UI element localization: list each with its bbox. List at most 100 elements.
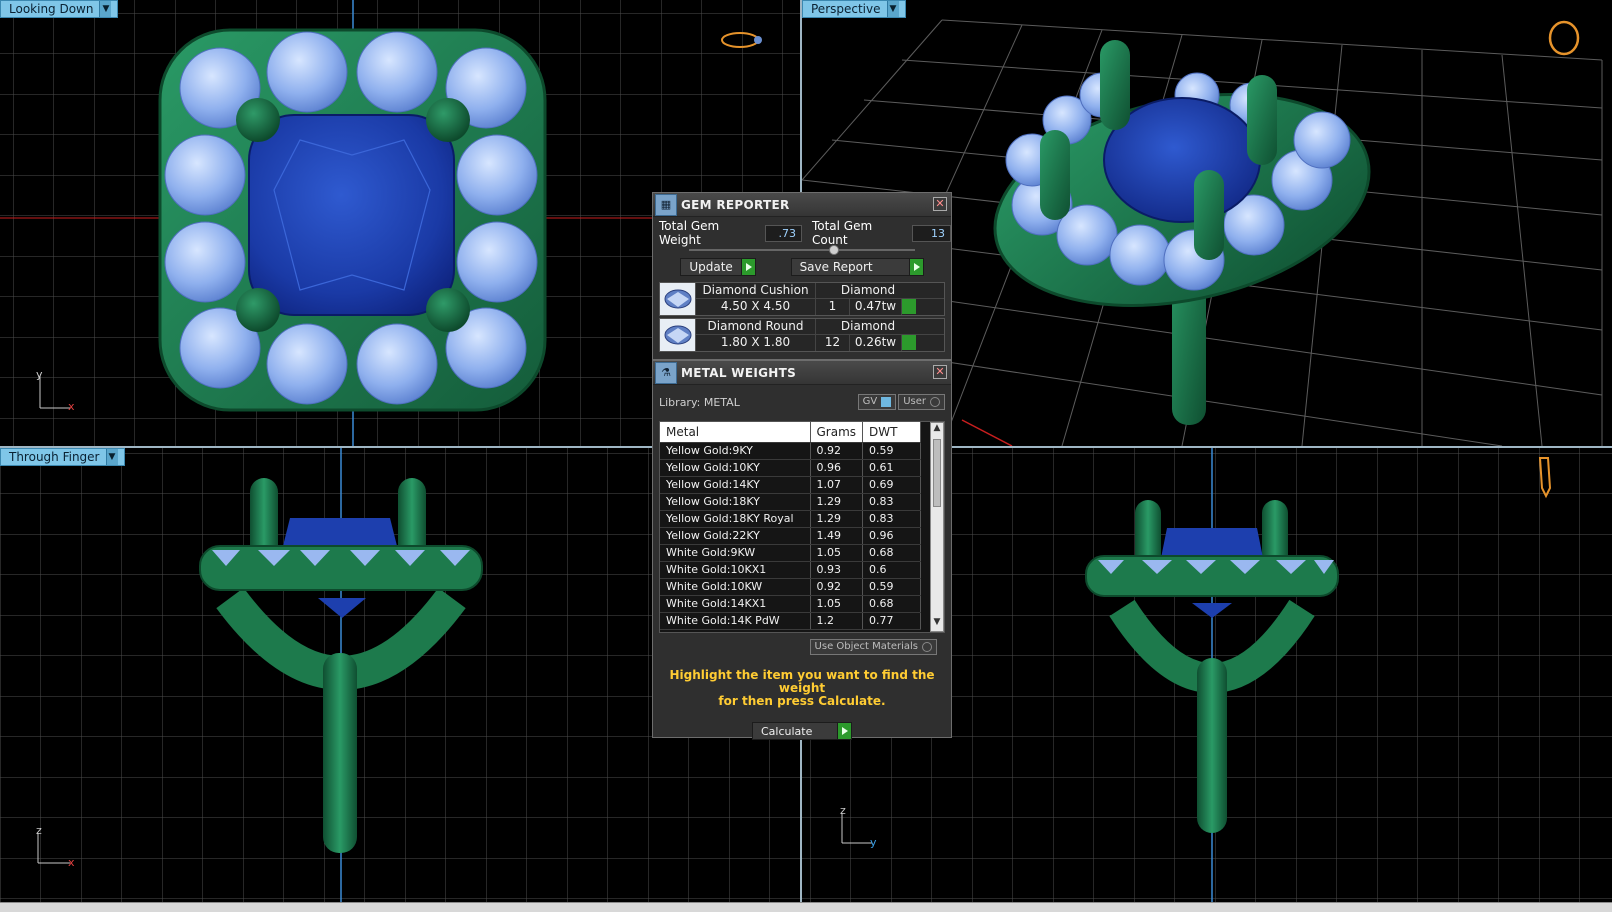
use-object-materials-label: Use Object Materials [814, 641, 918, 652]
metal-table-row[interactable]: Yellow Gold:9KY 0.92 0.59 [660, 442, 922, 460]
gem-weight: 0.47tw [850, 299, 902, 315]
flask-icon: ⚗ [655, 361, 677, 384]
column-header-metal[interactable]: Metal [660, 422, 811, 443]
close-icon[interactable]: ✕ [933, 197, 947, 211]
axis-label-y: y [870, 836, 877, 849]
app-root: { "viewports": { "top_left": {"label": "… [0, 0, 1612, 912]
axis-label-x: x [68, 856, 75, 869]
total-gem-count-label: Total Gem Count [811, 219, 873, 247]
metal-table: Metal Grams DWT Yellow Gold:9KY 0.92 0.59 Y… [660, 422, 922, 630]
chevron-down-icon[interactable]: ▼ [99, 1, 112, 17]
metal-table-row[interactable]: Yellow Gold:18KY 1.29 0.83 [660, 493, 922, 511]
save-report-button[interactable]: Save Report [790, 258, 924, 276]
update-label: Update [689, 260, 733, 274]
total-gem-weight-label: Total Gem Weight [659, 219, 720, 247]
metal-table-row[interactable]: White Gold:14K PdW 1.2 0.77 [660, 612, 922, 630]
column-header-grams[interactable]: Grams [810, 422, 864, 443]
hint-block: Highlight the item you want to find the … [653, 669, 951, 708]
view-selector-through-finger[interactable]: Through Finger ▼ [0, 448, 125, 466]
axis-label-z: z [840, 804, 846, 817]
metal-grams: 1.07 [810, 476, 864, 494]
gem-name: Diamond Cushion [696, 283, 816, 298]
gem-select-icon[interactable] [902, 299, 916, 314]
use-object-materials-toggle[interactable]: Use Object Materials [809, 639, 937, 655]
metal-name: White Gold:14K PdW [660, 612, 811, 630]
metal-dwt: 0.69 [862, 476, 922, 494]
total-gem-weight-value: .73 [765, 224, 802, 242]
chevron-down-icon[interactable]: ▼ [105, 449, 118, 465]
metal-grams: 0.92 [810, 442, 864, 460]
gem-thumbnail-icon [660, 319, 696, 351]
gem-row[interactable]: Diamond Cushion Diamond 4.50 X 4.50 1 0.… [659, 282, 945, 316]
metal-dwt: 0.83 [862, 510, 922, 528]
metal-name: White Gold:14KX1 [660, 595, 811, 613]
gem-weight: 0.26tw [850, 335, 902, 351]
play-icon [837, 723, 851, 739]
metal-grams: 1.05 [810, 595, 864, 613]
total-gem-count-value: 13 [912, 224, 951, 242]
gv-toggle[interactable]: GV [857, 394, 897, 410]
metal-weights-titlebar[interactable]: ⚗ METAL WEIGHTS ✕ [653, 361, 951, 385]
metal-table-row[interactable]: Yellow Gold:10KY 0.96 0.61 [660, 459, 922, 477]
metal-table-row[interactable]: Yellow Gold:14KY 1.07 0.69 [660, 476, 922, 494]
gem-count: 1 [816, 299, 850, 315]
view-label: Perspective [811, 2, 881, 16]
metal-table-row[interactable]: Yellow Gold:22KY 1.49 0.96 [660, 527, 922, 545]
axis-label-x: x [68, 400, 75, 413]
gem-totals-row: Total Gem Weight .73 Total Gem Count 13 [653, 219, 951, 247]
view-selector-perspective[interactable]: Perspective ▼ [802, 0, 906, 18]
metal-name: Yellow Gold:22KY [660, 527, 811, 545]
user-toggle[interactable]: User [898, 394, 945, 410]
scroll-thumb[interactable] [933, 439, 941, 507]
hint-text-line1: Highlight the item you want to find the … [669, 668, 935, 695]
metal-grams: 1.29 [810, 493, 864, 511]
scroll-up-icon[interactable]: ▲ [931, 423, 943, 437]
metal-dwt: 0.6 [862, 561, 922, 579]
metal-weights-title: METAL WEIGHTS [681, 365, 797, 380]
metal-dwt: 0.77 [862, 612, 922, 630]
metal-table-row[interactable]: White Gold:10KW 0.92 0.59 [660, 578, 922, 596]
update-button[interactable]: Update [680, 258, 756, 276]
metal-table-row[interactable]: White Gold:14KX1 1.05 0.68 [660, 595, 922, 613]
metal-table-row[interactable]: White Gold:10KX1 0.93 0.6 [660, 561, 922, 579]
gem-select-icon[interactable] [902, 335, 916, 350]
slider-divider[interactable] [689, 245, 915, 255]
close-icon[interactable]: ✕ [933, 365, 947, 379]
metal-table-row[interactable]: White Gold:9KW 1.05 0.68 [660, 544, 922, 562]
metal-grams: 0.92 [810, 578, 864, 596]
scroll-down-icon[interactable]: ▼ [931, 617, 943, 631]
gv-label: GV [862, 396, 878, 407]
metal-dwt: 0.61 [862, 459, 922, 477]
user-label: User [903, 396, 926, 407]
chevron-down-icon[interactable]: ▼ [886, 1, 899, 17]
gem-thumbnail-icon [660, 283, 696, 315]
gem-reporter-icon: ▦ [655, 193, 677, 216]
metal-dwt: 0.83 [862, 493, 922, 511]
metal-name: White Gold:10KX1 [660, 561, 811, 579]
gem-material: Diamond [840, 283, 896, 297]
gem-reporter-titlebar[interactable]: ▦ GEM REPORTER ✕ [653, 193, 951, 217]
calculate-button[interactable]: Calculate [752, 722, 852, 740]
status-bar [0, 902, 1612, 912]
metal-table-row[interactable]: Yellow Gold:18KY Royal 1.29 0.83 [660, 510, 922, 528]
gem-count: 12 [816, 335, 850, 351]
gem-actions-row: Update Save Report [663, 258, 941, 276]
gem-row[interactable]: Diamond Round Diamond 1.80 X 1.80 12 0.2… [659, 318, 945, 352]
metal-dwt: 0.59 [862, 442, 922, 460]
metal-grams: 0.93 [810, 561, 864, 579]
metal-table-container: Metal Grams DWT Yellow Gold:9KY 0.92 0.59 Y… [659, 421, 945, 633]
save-report-label: Save Report [799, 260, 873, 274]
materials-row: Use Object Materials [667, 639, 937, 655]
metal-grams: 0.96 [810, 459, 864, 477]
metal-table-scrollbar[interactable]: ▲ ▼ [930, 422, 944, 632]
view-selector-looking-down[interactable]: Looking Down ▼ [0, 0, 119, 18]
hint-text-line2: for then press Calculate. [718, 694, 886, 708]
column-header-dwt[interactable]: DWT [862, 422, 922, 443]
metal-table-header: Metal Grams DWT [660, 422, 922, 443]
axis-label-z: z [36, 824, 42, 837]
view-label: Through Finger [9, 450, 100, 464]
metal-name: Yellow Gold:18KY Royal [660, 510, 811, 528]
play-icon [740, 259, 755, 275]
metal-name: Yellow Gold:14KY [660, 476, 811, 494]
metal-name: Yellow Gold:10KY [660, 459, 811, 477]
